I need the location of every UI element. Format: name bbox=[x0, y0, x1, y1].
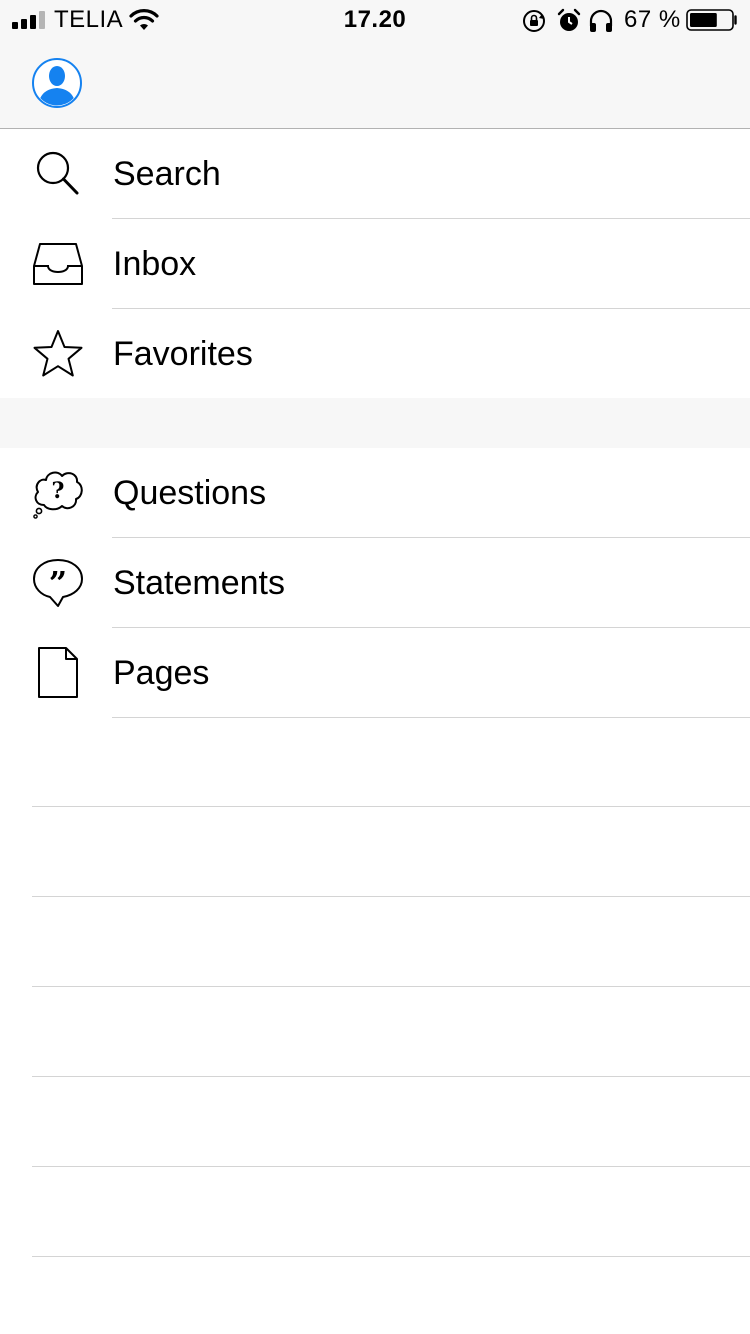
menu-item-label: Search bbox=[113, 155, 221, 193]
empty-rows bbox=[0, 717, 750, 1257]
svg-text:”: ” bbox=[49, 564, 67, 602]
menu-item-inbox[interactable]: Inbox bbox=[0, 219, 750, 309]
section-gap bbox=[0, 398, 750, 448]
profile-avatar-icon[interactable] bbox=[32, 58, 82, 108]
empty-row bbox=[0, 807, 750, 897]
battery-percentage: 67 % bbox=[624, 6, 681, 33]
empty-row bbox=[0, 1077, 750, 1167]
separator bbox=[32, 1256, 750, 1257]
menu-item-pages[interactable]: Pages bbox=[0, 628, 750, 718]
orientation-lock-icon bbox=[523, 10, 545, 32]
search-icon bbox=[36, 151, 79, 195]
menu-item-questions[interactable]: ? Questions bbox=[0, 448, 750, 538]
menu-item-label: Inbox bbox=[113, 245, 197, 283]
star-icon bbox=[33, 330, 83, 377]
menu-item-favorites[interactable]: Favorites bbox=[0, 309, 750, 399]
alarm-icon bbox=[557, 8, 581, 31]
menu-item-label: Favorites bbox=[113, 335, 253, 373]
empty-row bbox=[0, 717, 750, 807]
page-icon bbox=[38, 647, 78, 698]
navigation-bar bbox=[0, 40, 750, 129]
status-bar: TELIA 17.20 67 % bbox=[0, 0, 750, 40]
menu-item-search[interactable]: Search bbox=[0, 129, 750, 219]
question-bubble-icon: ? bbox=[33, 471, 83, 519]
quote-bubble-icon: ” bbox=[33, 559, 83, 607]
menu-item-label: Questions bbox=[113, 474, 267, 512]
headphones-icon bbox=[589, 9, 613, 32]
empty-row bbox=[0, 1167, 750, 1257]
empty-row bbox=[0, 897, 750, 987]
menu-section-primary: Search Inbox Favorites bbox=[0, 129, 750, 399]
menu-item-statements[interactable]: ” Statements bbox=[0, 538, 750, 628]
menu-section-content: ? Questions ” Statements Pages bbox=[0, 448, 750, 718]
battery-icon bbox=[686, 9, 737, 31]
svg-text:?: ? bbox=[52, 478, 65, 504]
inbox-icon bbox=[33, 243, 83, 285]
empty-row bbox=[0, 987, 750, 1077]
menu-item-label: Pages bbox=[113, 654, 210, 692]
menu-item-label: Statements bbox=[113, 564, 285, 602]
